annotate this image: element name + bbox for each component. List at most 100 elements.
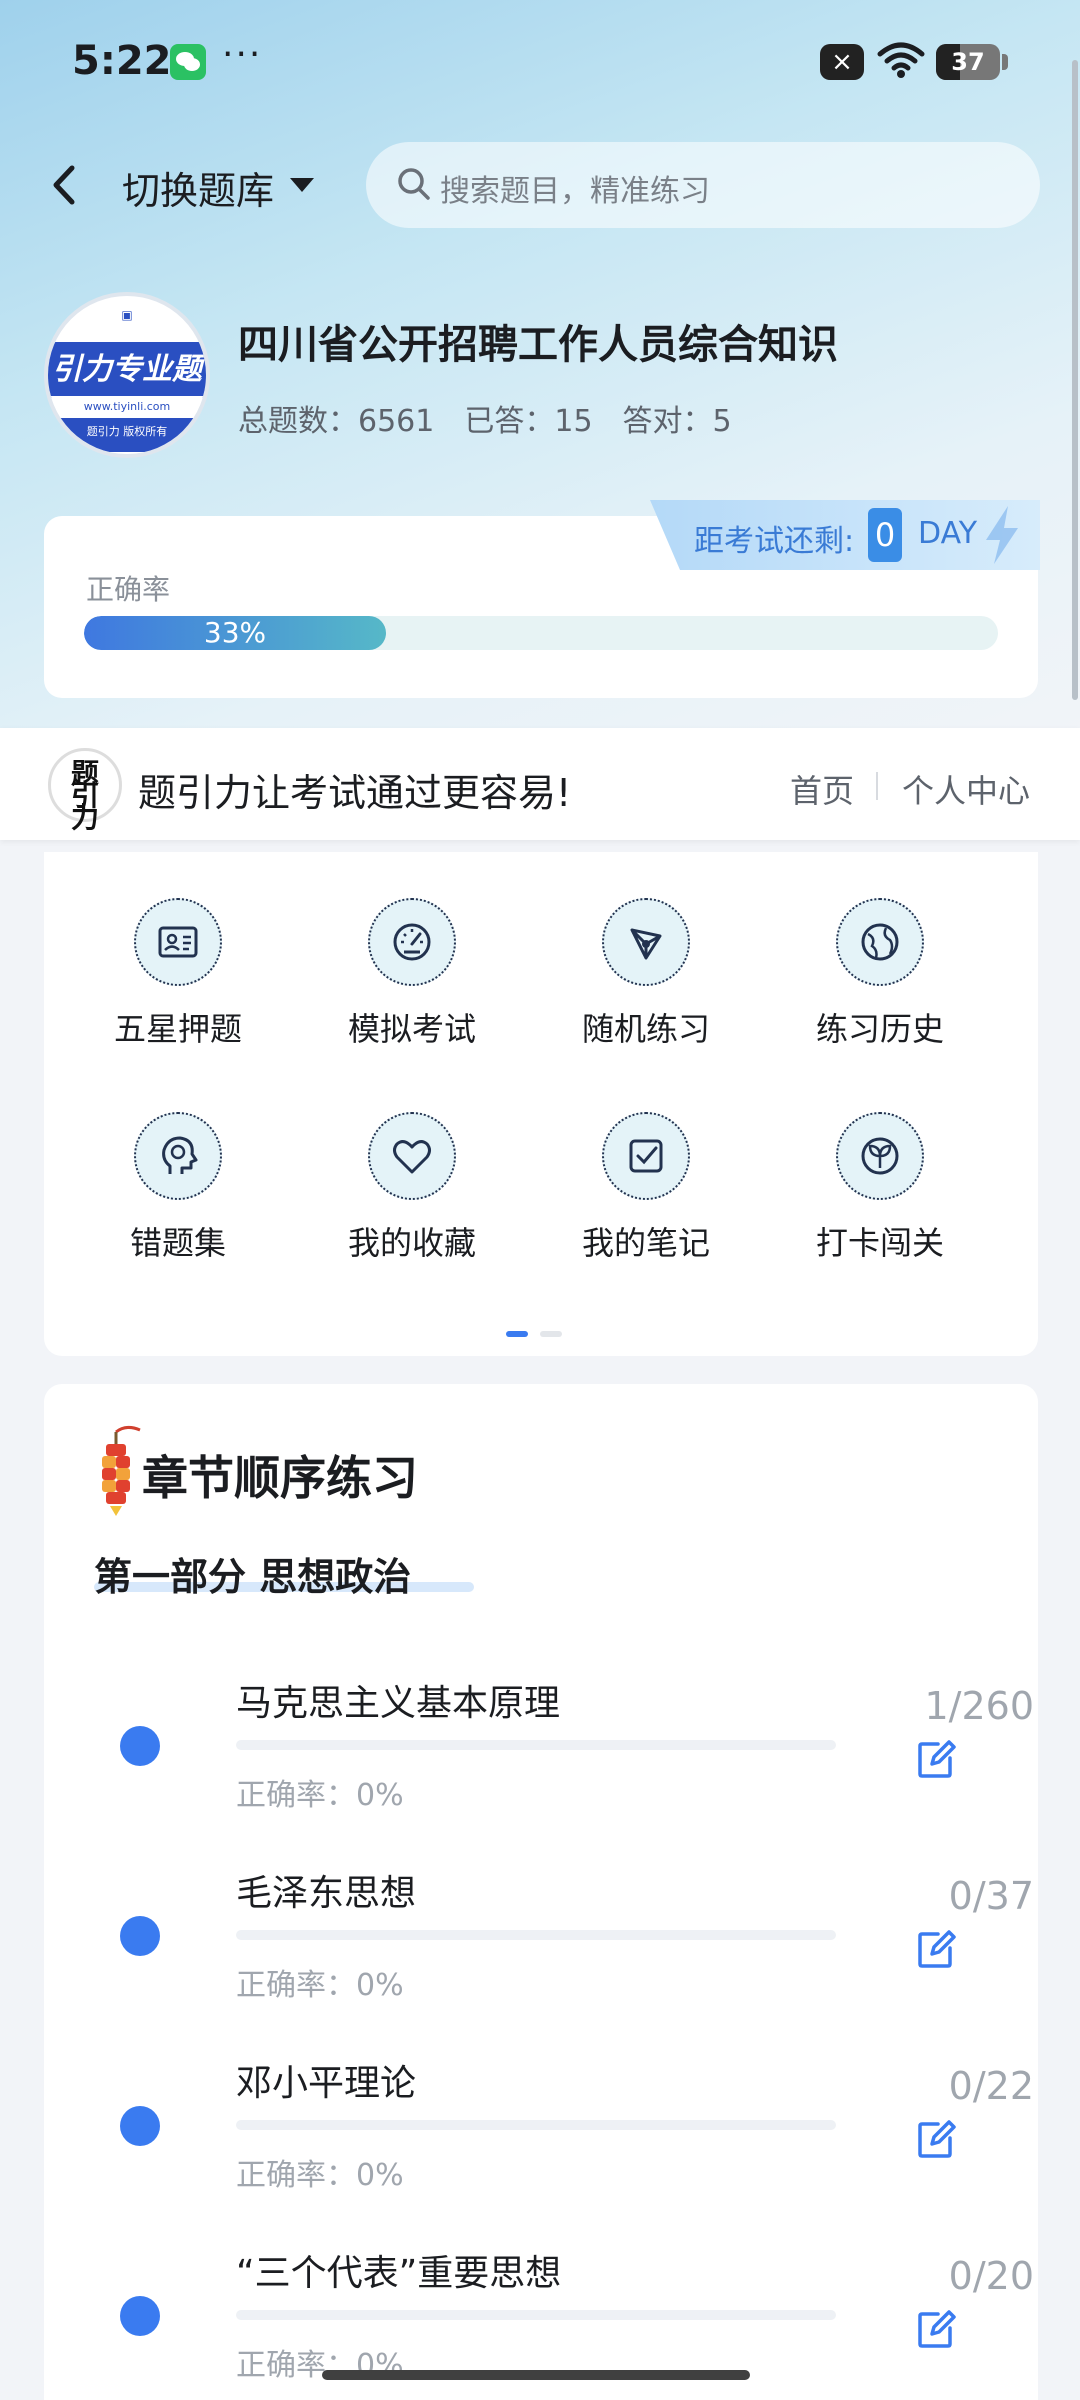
globe-icon [836, 898, 924, 986]
chapter-bullet [120, 1726, 160, 1766]
logo-mark: ▣ [121, 308, 133, 322]
brand-bar: 题引力 题引力让考试通过更容易! 首页 个人中心 [0, 728, 1080, 840]
nav-divider [876, 772, 878, 800]
wifi-icon [877, 42, 925, 78]
status-bar: 5:22 ··· × 37 [0, 0, 1080, 130]
head-icon [134, 1112, 222, 1200]
chapter-item[interactable]: 邓小平理论 正确率：0% 0/22 [44, 2054, 1038, 2244]
total-questions: 总题数：6561 [238, 404, 435, 439]
edit-icon[interactable] [914, 2118, 958, 2162]
grid-label: 五星押题 [113, 1010, 242, 1048]
correct-count: 答对：5 [622, 404, 732, 439]
countdown-label: 距考试还剩: [694, 524, 855, 559]
heart-icon [368, 1112, 456, 1200]
back-arrow-icon[interactable] [44, 160, 84, 210]
search-placeholder: 搜索题目，精准练习 [440, 174, 710, 209]
grid-item-notes[interactable]: 我的笔记 [546, 1066, 746, 1262]
grid-item-mock-exam[interactable]: 模拟考试 [312, 852, 512, 1048]
lightning-icon [986, 506, 1018, 564]
grid-item-wrong-questions[interactable]: 错题集 [78, 1066, 278, 1262]
grid-item-checkin[interactable]: 打卡闯关 [780, 1066, 980, 1262]
chapter-progress-count: 0/20 [948, 2254, 1034, 2298]
page-dot [540, 1331, 562, 1337]
caret-down-icon[interactable] [290, 178, 314, 192]
bank-title: 四川省公开招聘工作人员综合知识 [238, 322, 838, 368]
chapter-bullet [120, 2296, 160, 2336]
nav-profile-link[interactable]: 个人中心 [902, 766, 1030, 812]
brand-logo: 题引力 [48, 748, 122, 832]
chapter-accuracy: 正确率：0% [236, 1778, 404, 1813]
edit-icon[interactable] [914, 1738, 958, 1782]
grid-item-favorites[interactable]: 我的收藏 [312, 1066, 512, 1262]
edit-icon[interactable] [914, 1928, 958, 1972]
chapter-section-title: 章节顺序练习 [142, 1451, 418, 1505]
note-check-icon [602, 1112, 690, 1200]
accuracy-value: 33% [203, 616, 267, 649]
brand-logo-text: 题引力 [70, 757, 99, 834]
network-icon [602, 898, 690, 986]
brand-slogan: 题引力让考试通过更容易! [138, 771, 572, 815]
chapter-progress-count: 0/22 [948, 2064, 1034, 2108]
grid-label: 我的收藏 [347, 1224, 476, 1262]
grid-item-random-practice[interactable]: 随机练习 [546, 852, 746, 1048]
chapter-progress-bar [236, 1930, 836, 1940]
chapter-name: “三个代表”重要思想 [236, 2253, 562, 2294]
home-indicator[interactable] [322, 2370, 750, 2380]
battery-tip [1002, 54, 1008, 70]
logo-text: 引力专业题 [52, 352, 202, 387]
firecracker-icon [102, 1425, 141, 1516]
battery-percent: 37 [951, 48, 985, 76]
logo-url: www.tiyinli.com [48, 396, 206, 418]
chapter-accuracy: 正确率：0% [236, 1968, 404, 2003]
close-notification-icon: × [820, 44, 864, 80]
chapter-bullet [120, 1916, 160, 1956]
grid-item-history[interactable]: 练习历史 [780, 852, 980, 1048]
nav-home-link[interactable]: 首页 [790, 766, 854, 812]
feature-grid: 五星押题 模拟考试 随机练习 练习历史 错题集 我的收藏 我的笔记 打卡闯关 [44, 852, 1038, 1356]
search-input[interactable]: 搜索题目，精准练习 [366, 142, 1040, 228]
grid-item-five-star[interactable]: 五星押题 [78, 852, 278, 1048]
id-card-icon [134, 898, 222, 986]
grid-label: 打卡闯关 [815, 1224, 944, 1262]
chapter-progress-count: 1/260 [924, 1684, 1034, 1728]
chapter-name: 马克思主义基本原理 [236, 1683, 561, 1724]
part-title: 第一部分 思想政治 [94, 1555, 412, 1599]
chapter-progress-bar [236, 2310, 836, 2320]
chapter-practice-card: 章节顺序练习 第一部分 思想政治 马克思主义基本原理 正确率：0% 1/260 … [44, 1384, 1038, 2400]
bank-stats: 总题数：6561 已答：15 答对：5 [238, 396, 762, 440]
grid-label: 我的笔记 [581, 1224, 710, 1262]
search-icon [398, 168, 430, 200]
switch-bank-button[interactable]: 切换题库 [122, 160, 274, 215]
chapter-accuracy: 正确率：0% [236, 2158, 404, 2193]
chapter-name: 邓小平理论 [236, 2063, 417, 2104]
grid-label: 练习历史 [815, 1010, 944, 1048]
countdown-unit: DAY [918, 516, 978, 551]
chapter-progress-count: 0/37 [948, 1874, 1034, 1918]
chapter-name: 毛泽东思想 [236, 1873, 417, 1914]
wechat-icon [170, 44, 206, 80]
more-dots-icon: ··· [222, 34, 263, 75]
page-indicator [506, 1322, 574, 1341]
edit-icon[interactable] [914, 2308, 958, 2352]
battery-icon: 37 [936, 44, 1000, 80]
chapter-bullet [120, 2106, 160, 2146]
logo-subtitle: 题引力 版权所有 [48, 418, 206, 452]
exam-countdown: 距考试还剩: 0 DAY [650, 500, 1040, 570]
grid-label: 随机练习 [581, 1010, 710, 1048]
accuracy-label: 正确率 [86, 573, 171, 606]
status-time: 5:22 [72, 38, 172, 84]
sprout-icon [836, 1112, 924, 1200]
chapter-progress-bar [236, 1740, 836, 1750]
gauge-icon [368, 898, 456, 986]
chapter-progress-bar [236, 2120, 836, 2130]
chapter-item[interactable]: 马克思主义基本原理 正确率：0% 1/260 [44, 1674, 1038, 1864]
grid-label: 模拟考试 [347, 1010, 476, 1048]
countdown-days: 0 [868, 508, 902, 562]
chapter-item[interactable]: 毛泽东思想 正确率：0% 0/37 [44, 1864, 1038, 2054]
answered-count: 已答：15 [464, 404, 593, 439]
accuracy-progress-bar: 33% [84, 616, 998, 650]
accuracy-progress-fill: 33% [84, 616, 386, 650]
top-nav: 切换题库 搜索题目，精准练习 [0, 140, 1080, 230]
page-dot-active [506, 1331, 528, 1337]
bank-logo: ▣ 引力专业题 www.tiyinli.com 题引力 版权所有 [44, 292, 210, 458]
